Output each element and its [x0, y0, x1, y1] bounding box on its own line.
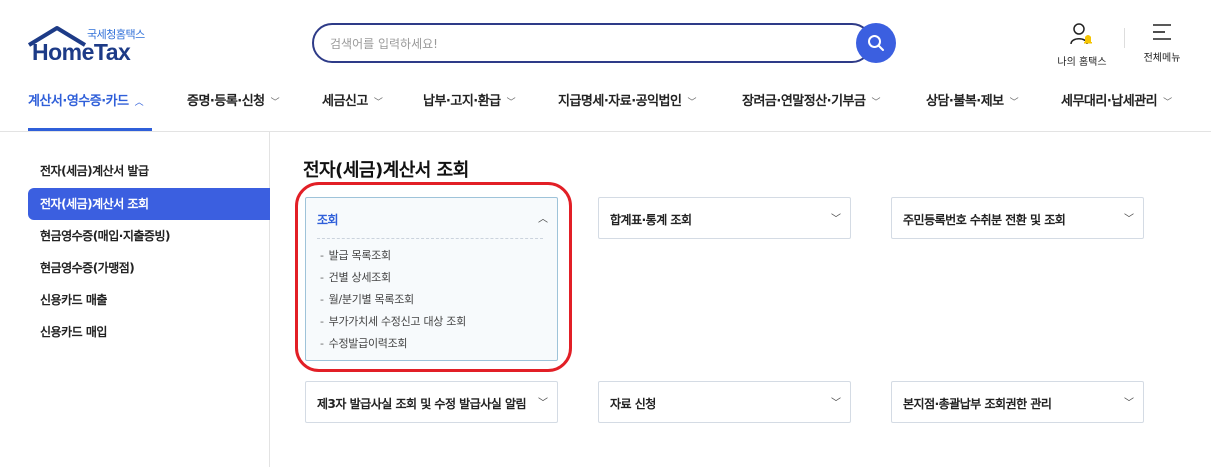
chevron-down-icon: ﹀	[506, 98, 516, 108]
logo-title: HomeTax	[32, 39, 131, 65]
chevron-up-icon: ︿	[134, 98, 144, 108]
search-icon	[868, 35, 884, 51]
sidebar-item-cash-receipt-merchant[interactable]: 현금영수증(가맹점)	[28, 252, 270, 284]
gnb-invoice-receipt-card[interactable]: 계산서·영수증·카드 ︿	[28, 90, 144, 109]
gnb-payment-refund[interactable]: 납부·고지·환급 ﹀	[423, 90, 516, 109]
gnb-label: 장려금·연말정산·기부금	[742, 94, 866, 109]
gnb-label: 세무대리·납세관리	[1061, 94, 1158, 109]
gnb-payment-statement[interactable]: 지급명세·자료·공익법인 ﹀	[558, 90, 696, 109]
all-menu-label: 전체메뉴	[1143, 53, 1181, 64]
card-label: 본지점·총괄납부 조회권한 관리	[903, 397, 1052, 411]
gnb-tax-agent[interactable]: 세무대리·납세관리 ﹀	[1061, 90, 1172, 109]
sidebar-item-credit-card-purchase[interactable]: 신용카드 매입	[28, 316, 270, 348]
page-title: 전자(세금)계산서 조회	[303, 160, 469, 181]
user-bell-icon	[1070, 23, 1092, 45]
card-label: 자료 신청	[610, 397, 656, 411]
card-data-request[interactable]: 자료 신청 ﹀	[598, 381, 851, 423]
header-divider	[1124, 28, 1125, 48]
gnb-tax-return[interactable]: 세금신고 ﹀	[322, 90, 383, 109]
chevron-down-icon: ﹀	[871, 98, 880, 108]
chevron-down-icon: ﹀	[1163, 98, 1172, 108]
chevron-down-icon: ﹀	[1124, 398, 1134, 409]
my-hometax-button[interactable]: 나의 홈택스	[1052, 22, 1112, 68]
card-label: 합계표·통계 조회	[610, 213, 692, 227]
gnb-label: 상담·불복·제보	[926, 94, 1004, 109]
card-resident-number-convert[interactable]: 주민등록번호 수취분 전환 및 조회 ﹀	[891, 197, 1144, 239]
sidebar-item-credit-card-sales[interactable]: 신용카드 매출	[28, 284, 270, 316]
annotation-highlight-circle	[295, 182, 572, 372]
search-box	[312, 23, 872, 63]
chevron-down-icon: ﹀	[270, 98, 280, 108]
search-bar	[312, 23, 896, 63]
sidebar-item-issue-invoice[interactable]: 전자(세금)계산서 발급	[28, 155, 270, 187]
card-label: 제3자 발급사실 조회 및 수정 발급사실 알림	[317, 397, 527, 411]
header: 국세청홈택스 HomeTax 나의 홈택스 전체메뉴	[0, 0, 1211, 132]
chevron-down-icon: ﹀	[687, 98, 696, 108]
menu-icon	[1153, 24, 1171, 40]
gnb-incentive-yearend[interactable]: 장려금·연말정산·기부금 ﹀	[742, 90, 880, 109]
chevron-down-icon: ﹀	[831, 398, 841, 409]
gnb-consult-appeal[interactable]: 상담·불복·제보 ﹀	[926, 90, 1019, 109]
gnb-certificate-registration[interactable]: 증명·등록·신청 ﹀	[187, 90, 280, 109]
sidebar-item-cash-receipt-purchase[interactable]: 현금영수증(매입·지출증빙)	[28, 220, 270, 252]
search-input[interactable]	[330, 33, 850, 55]
card-label: 주민등록번호 수취분 전환 및 조회	[903, 213, 1066, 227]
card-third-party-notice[interactable]: 제3자 발급사실 조회 및 수정 발급사실 알림 ﹀	[305, 381, 558, 423]
hometax-logo[interactable]: 국세청홈택스 HomeTax	[27, 25, 152, 65]
all-menu-button[interactable]: 전체메뉴	[1137, 22, 1187, 64]
gnb-label: 계산서·영수증·카드	[28, 94, 129, 109]
gnb-active-underline	[28, 128, 152, 131]
gnb-label: 증명·등록·신청	[187, 94, 265, 109]
gnb-label: 세금신고	[322, 94, 368, 109]
card-summary-stats[interactable]: 합계표·통계 조회 ﹀	[598, 197, 851, 239]
my-hometax-label: 나의 홈택스	[1057, 57, 1107, 68]
chevron-down-icon: ﹀	[373, 98, 383, 108]
chevron-down-icon: ﹀	[538, 398, 548, 409]
sidebar-item-view-invoice[interactable]: 전자(세금)계산서 조회	[28, 188, 270, 220]
card-branch-permission[interactable]: 본지점·총괄납부 조회권한 관리 ﹀	[891, 381, 1144, 423]
chevron-down-icon: ﹀	[831, 214, 841, 225]
sidebar: 전자(세금)계산서 발급 전자(세금)계산서 조회 현금영수증(매입·지출증빙)…	[0, 132, 270, 467]
gnb-label: 납부·고지·환급	[423, 94, 501, 109]
search-button[interactable]	[856, 23, 896, 63]
chevron-down-icon: ﹀	[1009, 98, 1019, 108]
chevron-down-icon: ﹀	[1124, 214, 1134, 225]
gnb-label: 지급명세·자료·공익법인	[558, 94, 682, 109]
global-nav: 계산서·영수증·카드 ︿ 증명·등록·신청 ﹀ 세금신고 ﹀ 납부·고지·환급 ﹀ 지급…	[0, 84, 1211, 114]
